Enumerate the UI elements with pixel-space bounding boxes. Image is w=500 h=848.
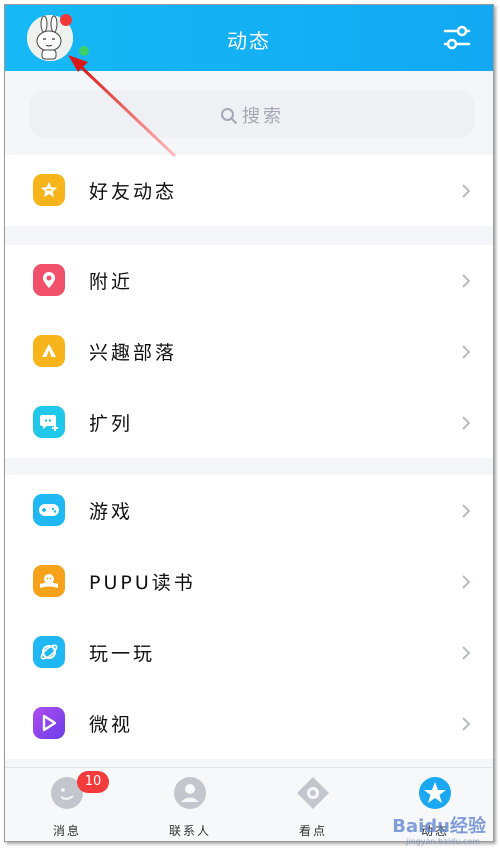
tab-label: 看点 bbox=[298, 824, 327, 838]
menu-item-friend-feed[interactable]: 好友动态 bbox=[5, 155, 493, 226]
menu-item-games[interactable]: 游戏 bbox=[5, 475, 493, 546]
menu-item-label: 好友动态 bbox=[89, 181, 178, 203]
star-planet-icon bbox=[419, 777, 451, 809]
chevron-right-icon bbox=[462, 504, 471, 518]
play-icon bbox=[33, 707, 65, 739]
star-icon bbox=[33, 174, 65, 206]
menu-item-pupu-reading[interactable]: PUPU读书 bbox=[5, 546, 493, 617]
location-pin-icon bbox=[33, 264, 65, 296]
tab-contacts[interactable]: 联系人 bbox=[150, 774, 230, 839]
menu-item-expand-list[interactable]: 扩列 bbox=[5, 387, 493, 458]
menu-item-label: 附近 bbox=[89, 271, 134, 293]
menu-item-interest-tribe[interactable]: 兴趣部落 bbox=[5, 316, 493, 387]
tab-messages[interactable]: 10 消息 bbox=[27, 771, 109, 839]
planet-icon bbox=[33, 636, 65, 668]
menu-item-label: 玩一玩 bbox=[89, 643, 156, 665]
sliders-icon bbox=[443, 25, 471, 50]
tent-icon bbox=[33, 335, 65, 367]
chevron-right-icon bbox=[462, 274, 471, 288]
eye-icon bbox=[297, 777, 329, 809]
menu-item-label: PUPU读书 bbox=[89, 572, 196, 594]
chat-bubble-plus-icon bbox=[33, 406, 65, 438]
chevron-right-icon bbox=[462, 717, 471, 731]
phone-screen: 动态 搜索 好友动态 附近 兴趣部落 扩列 游戏 PUPU读书 玩一玩 微视 1… bbox=[4, 4, 494, 842]
chevron-right-icon bbox=[462, 646, 471, 660]
section-apps: 游戏 PUPU读书 玩一玩 微视 bbox=[5, 475, 493, 759]
chevron-right-icon bbox=[462, 416, 471, 430]
tab-label: 联系人 bbox=[168, 824, 211, 838]
chevron-right-icon bbox=[462, 575, 471, 589]
menu-item-play[interactable]: 玩一玩 bbox=[5, 617, 493, 688]
menu-item-label: 扩列 bbox=[89, 413, 134, 435]
section-friends: 好友动态 bbox=[5, 155, 493, 226]
menu-item-nearby[interactable]: 附近 bbox=[5, 245, 493, 316]
top-bar: 动态 bbox=[5, 5, 493, 71]
search-placeholder: 搜索 bbox=[242, 106, 284, 127]
section-social: 附近 兴趣部落 扩列 bbox=[5, 245, 493, 458]
contacts-icon bbox=[174, 777, 206, 809]
menu-item-label: 游戏 bbox=[89, 501, 134, 523]
menu-item-label: 兴趣部落 bbox=[89, 342, 178, 364]
chevron-right-icon bbox=[462, 184, 471, 198]
watermark-url: jingyan.baidu.com bbox=[406, 837, 480, 846]
search-bar[interactable]: 搜索 bbox=[29, 90, 475, 138]
chevron-right-icon bbox=[462, 345, 471, 359]
tab-label: 消息 bbox=[52, 824, 81, 838]
unread-badge: 10 bbox=[77, 771, 109, 793]
tab-kandian[interactable]: 看点 bbox=[273, 774, 353, 839]
search-icon bbox=[221, 108, 237, 124]
settings-button[interactable] bbox=[443, 25, 471, 51]
watermark-logo: Baidu经验 bbox=[392, 816, 486, 837]
page-title: 动态 bbox=[227, 29, 271, 53]
menu-item-weishi[interactable]: 微视 bbox=[5, 688, 493, 759]
book-icon bbox=[33, 565, 65, 597]
gamepad-icon bbox=[33, 494, 65, 526]
menu-item-label: 微视 bbox=[89, 714, 134, 736]
